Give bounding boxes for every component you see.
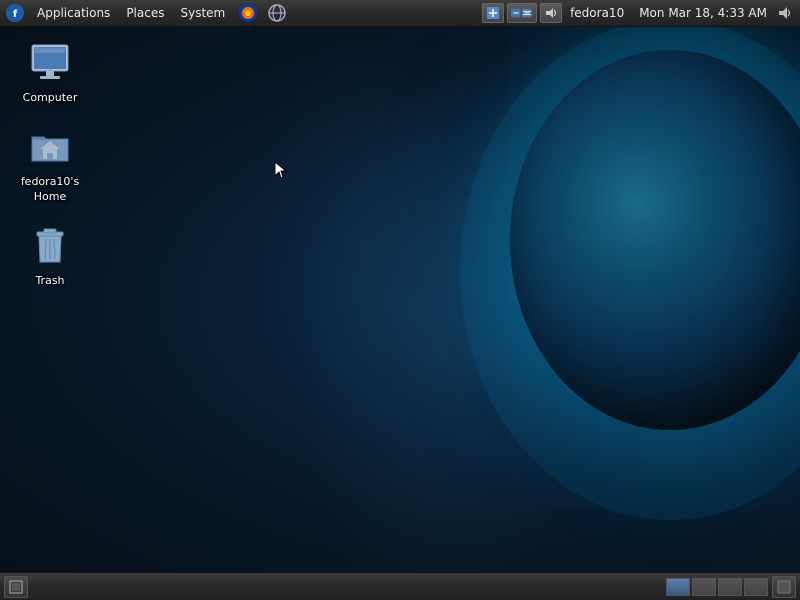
computer-icon[interactable]: Computer (10, 35, 90, 109)
home-icon-image (26, 123, 74, 171)
network-icon[interactable] (266, 2, 288, 24)
trash-icon-image (26, 222, 74, 270)
home-icon-label: fedora10's Home (14, 175, 86, 204)
computer-icon-label: Computer (23, 91, 78, 105)
desktop: f Applications Places System (0, 0, 800, 600)
desktop-icons-container: Computer fedora10's Home (10, 35, 90, 297)
edit-tray-icon[interactable] (482, 3, 504, 23)
nm-icon[interactable] (507, 3, 537, 23)
firefox-icon[interactable] (237, 2, 259, 24)
workspace-4[interactable] (744, 578, 768, 596)
show-desktop-button[interactable] (4, 576, 28, 598)
trash-icon-label: Trash (35, 274, 64, 288)
svg-text:f: f (13, 9, 18, 20)
datetime: Mon Mar 18, 4:33 AM (634, 6, 772, 20)
trash-icon[interactable]: Trash (10, 218, 90, 292)
computer-icon-image (26, 39, 74, 87)
clock: fedora10 (565, 6, 629, 20)
bottom-panel (0, 572, 800, 600)
top-panel: f Applications Places System (0, 0, 800, 27)
workspace-2[interactable] (692, 578, 716, 596)
taskbar-left (0, 576, 28, 598)
workspace-3[interactable] (718, 578, 742, 596)
speaker-icon[interactable] (775, 3, 795, 23)
fedora-logo-icon: f (4, 2, 26, 24)
workspace-1[interactable] (666, 578, 690, 596)
panel-left: f Applications Places System (0, 0, 482, 27)
mouse-cursor (275, 162, 287, 180)
panel-right: fedora10 Mon Mar 18, 4:33 AM (482, 3, 800, 23)
places-menu[interactable]: Places (118, 0, 172, 27)
applications-menu[interactable]: Applications (29, 0, 118, 27)
taskbar-end-button[interactable] (772, 576, 796, 598)
workspace-switcher (666, 576, 800, 598)
home-icon[interactable]: fedora10's Home (10, 119, 90, 208)
volume-icon[interactable] (540, 3, 562, 23)
system-menu[interactable]: System (172, 0, 233, 27)
planet (510, 50, 800, 430)
